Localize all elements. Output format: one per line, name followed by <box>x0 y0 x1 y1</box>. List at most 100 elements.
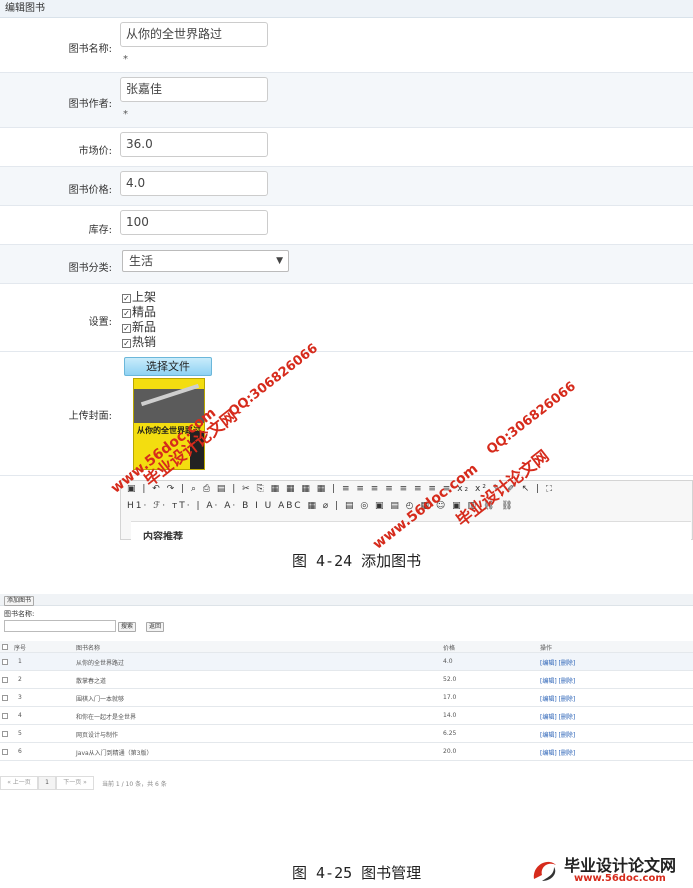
figure-caption-add-book: 图 4-24 添加图书 <box>292 552 422 570</box>
checkbox-hot[interactable]: ✓ 热销 <box>122 335 156 349</box>
checkbox-featured[interactable]: ✓ 精品 <box>122 305 156 319</box>
form-row-cover: 上传封面: <box>0 352 693 476</box>
row-actions[interactable]: [编辑] [删除] <box>540 694 575 703</box>
cover-label: 上传封面: <box>68 411 112 422</box>
title-label: 图书名称: <box>68 44 112 55</box>
cell-price: 14.0 <box>443 712 457 719</box>
column-header: 操作 <box>540 645 553 652</box>
select-all-checkbox[interactable] <box>2 644 8 650</box>
row-checkbox[interactable] <box>2 749 8 755</box>
row-actions[interactable]: [编辑] [删除] <box>540 730 575 739</box>
table-row[interactable]: 1 从你的全世界路过 4.0 [编辑] [删除] <box>0 653 693 671</box>
figure-caption-book-management: 图 4-25 图书管理 <box>292 864 422 882</box>
category-selected-value: 生活 <box>129 254 154 268</box>
cell-no: 5 <box>18 730 22 737</box>
checkbox-label: 新品 <box>132 320 157 334</box>
cell-no: 3 <box>18 694 22 701</box>
table-row[interactable]: 4 和你在一起才是全世界 14.0 [编辑] [删除] <box>0 707 693 725</box>
cell-no: 2 <box>18 676 22 683</box>
checkbox-label: 上架 <box>132 290 157 304</box>
author-label: 图书作者: <box>68 99 112 110</box>
row-checkbox[interactable] <box>2 659 8 665</box>
cell-name: 网页设计与制作 <box>76 732 119 739</box>
cell-name: 围棋入门一本就够 <box>76 696 125 703</box>
required-mark: * <box>123 54 128 65</box>
required-mark: * <box>123 109 128 120</box>
form-row-author: 图书作者: 张嘉佳 * <box>0 73 693 128</box>
edit-book-screenshot: 编辑图书 图书名称: 从你的全世界路过 * 图书作者: 张嘉佳 * 市场价: 3… <box>0 0 693 540</box>
form-row-title: 图书名称: 从你的全世界路过 * <box>0 18 693 73</box>
form-row-stock: 库存: 100 <box>0 206 693 245</box>
site-logo: 毕业设计论文网 www.56doc.com <box>512 852 693 888</box>
cell-no: 1 <box>18 658 22 665</box>
checkbox-label: 热销 <box>132 335 157 349</box>
price-input[interactable]: 4.0 <box>120 171 268 196</box>
cell-no: 4 <box>18 712 22 719</box>
logo-site-text: www.56doc.com <box>574 873 666 884</box>
form-row-settings: 设置: ✓ 上架 ✓ 精品 ✓ 新品 ✓ 热销 <box>0 284 693 352</box>
check-icon: ✓ <box>122 294 131 303</box>
checkbox-on-shelf[interactable]: ✓ 上架 <box>122 290 156 304</box>
add-book-button[interactable]: 添加图书 <box>4 596 35 606</box>
checkbox-label: 精品 <box>132 305 157 319</box>
current-page-button[interactable]: 1 <box>38 776 56 790</box>
column-header: 图书名称 <box>76 645 101 652</box>
row-actions[interactable]: [编辑] [删除] <box>540 712 575 721</box>
list-toolbar <box>0 594 693 606</box>
market-price-input[interactable]: 36.0 <box>120 132 268 157</box>
cell-name: 从你的全世界路过 <box>76 660 125 667</box>
table-header: 序号 图书名称 价格 操作 <box>0 641 693 653</box>
back-button[interactable]: 返回 <box>146 622 165 632</box>
cell-price: 4.0 <box>443 658 453 665</box>
table-row[interactable]: 3 围棋入门一本就够 17.0 [编辑] [删除] <box>0 689 693 707</box>
stock-label: 库存: <box>88 225 112 236</box>
form-row-market-price: 市场价: 36.0 <box>0 128 693 167</box>
search-input[interactable] <box>4 620 116 632</box>
market-price-label: 市场价: <box>78 146 112 157</box>
category-label: 图书分类: <box>68 263 112 274</box>
check-icon: ✓ <box>122 339 131 348</box>
cell-price: 20.0 <box>443 748 457 755</box>
panel-header: 编辑图书 <box>0 0 693 18</box>
cell-price: 52.0 <box>443 676 457 683</box>
row-checkbox[interactable] <box>2 731 8 737</box>
row-actions[interactable]: [编辑] [删除] <box>540 748 575 757</box>
form-row-category: 图书分类: 生活 ▼ <box>0 245 693 284</box>
cell-price: 17.0 <box>443 694 457 701</box>
checkbox-new[interactable]: ✓ 新品 <box>122 320 156 334</box>
check-icon: ✓ <box>122 324 131 333</box>
price-label: 图书价格: <box>68 185 112 196</box>
stock-input[interactable]: 100 <box>120 210 268 235</box>
editor-content-heading: 内容推荐 <box>143 532 183 540</box>
cell-no: 6 <box>18 748 22 755</box>
row-checkbox[interactable] <box>2 695 8 701</box>
check-icon: ✓ <box>122 309 131 318</box>
cell-name: 散掌春之道 <box>76 678 107 685</box>
book-list-screenshot: 添加图书 图书名称: 搜索 返回 序号 图书名称 价格 操作 1 从你的全世界路… <box>0 594 693 794</box>
table-row[interactable]: 5 网页设计与制作 6.25 [编辑] [删除] <box>0 725 693 743</box>
next-page-button[interactable]: 下一页 » <box>56 776 94 790</box>
prev-page-button[interactable]: « 上一页 <box>0 776 38 790</box>
search-button[interactable]: 搜索 <box>118 622 137 632</box>
table-row[interactable]: 2 散掌春之道 52.0 [编辑] [删除] <box>0 671 693 689</box>
row-actions[interactable]: [编辑] [删除] <box>540 676 575 685</box>
row-checkbox[interactable] <box>2 713 8 719</box>
cell-name: Java从入门到精通（第3版） <box>76 750 153 757</box>
title-input[interactable]: 从你的全世界路过 <box>120 22 268 47</box>
column-header: 价格 <box>443 645 456 652</box>
cell-name: 和你在一起才是全世界 <box>76 714 137 721</box>
author-input[interactable]: 张嘉佳 <box>120 77 268 102</box>
row-checkbox[interactable] <box>2 677 8 683</box>
row-actions[interactable]: [编辑] [删除] <box>540 658 575 667</box>
form-row-price: 图书价格: 4.0 <box>0 167 693 206</box>
choose-file-button[interactable]: 选择文件 <box>124 357 212 376</box>
cell-price: 6.25 <box>443 730 457 737</box>
category-select[interactable]: 生活 ▼ <box>122 250 289 272</box>
search-label: 图书名称: <box>4 610 35 618</box>
settings-label: 设置: <box>88 317 112 328</box>
table-row[interactable]: 6 Java从入门到精通（第3版） 20.0 [编辑] [删除] <box>0 743 693 761</box>
pager-status: 当前 1 / 10 条，共 6 条 <box>102 781 167 788</box>
chevron-down-icon: ▼ <box>276 256 283 266</box>
logo-swirl-icon <box>533 861 556 881</box>
column-header: 序号 <box>14 645 27 652</box>
